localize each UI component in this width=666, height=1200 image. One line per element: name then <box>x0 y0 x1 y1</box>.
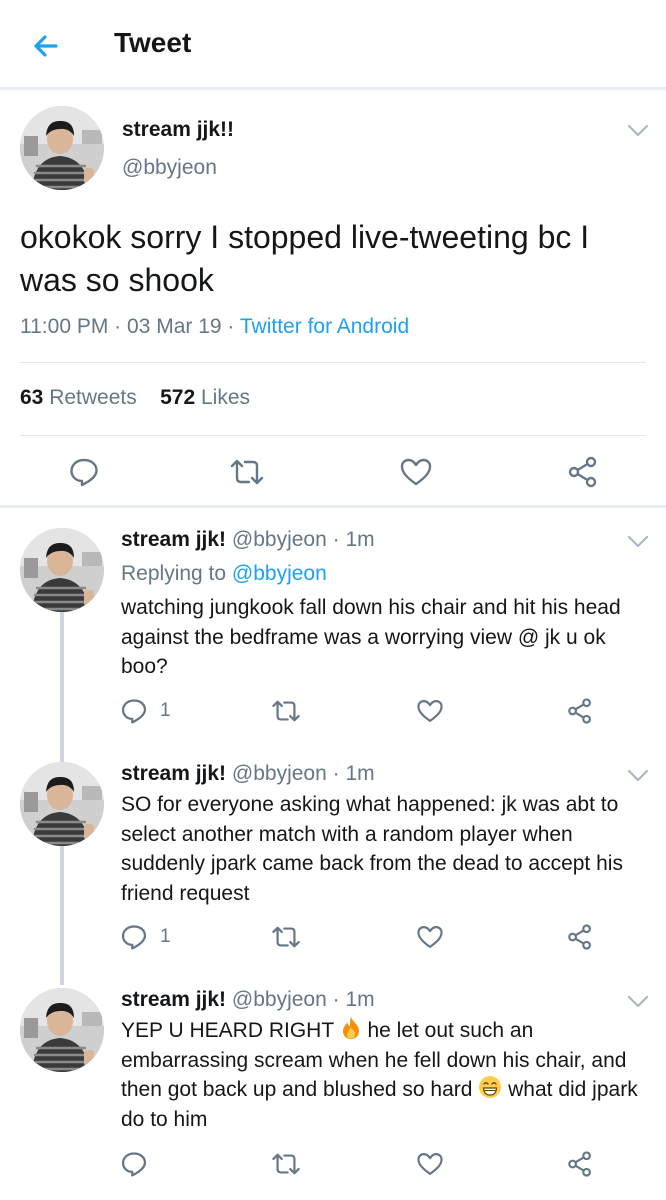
reply-header: stream jjk! @bbyjeon · 1m <box>121 528 375 552</box>
separator: · <box>332 528 340 551</box>
top-bar: Tweet <box>0 0 666 90</box>
like-button[interactable] <box>416 1150 444 1178</box>
separator: · <box>332 762 340 785</box>
reply-time: 1m <box>345 762 375 785</box>
reply-icon <box>70 458 98 487</box>
reply-header: stream jjk! @bbyjeon · 1m <box>121 762 375 786</box>
tweet-text: okokok sorry I stopped live-tweeting bc … <box>20 219 590 298</box>
reply-text-part: YEP U HEARD RIGHT <box>121 1019 334 1042</box>
reply-time: 1m <box>345 528 375 551</box>
like-button[interactable] <box>399 456 433 488</box>
retweet-icon <box>272 700 300 722</box>
tweet-source-link[interactable]: Twitter for Android <box>240 315 409 338</box>
author-handle[interactable]: @bbyjeon <box>232 762 327 785</box>
tweet-time: 11:00 PM <box>20 315 109 338</box>
retweet-button[interactable] <box>228 456 266 488</box>
likes-label: Likes <box>200 386 251 409</box>
avatar[interactable] <box>20 528 104 612</box>
arrow-left-icon[interactable] <box>26 26 66 66</box>
reply-count: 1 <box>160 926 171 947</box>
like-button[interactable] <box>416 923 444 951</box>
replying-to: Replying to @bbyjeon <box>121 562 327 586</box>
retweet-button[interactable] <box>270 1150 302 1178</box>
share-icon <box>568 456 597 488</box>
heart-icon <box>417 700 443 722</box>
avatar[interactable] <box>20 988 104 1072</box>
thread-line <box>60 845 64 985</box>
tweet-meta: 11:00 PM · 03 Mar 19 · Twitter for Andro… <box>20 315 409 339</box>
retweet-icon <box>272 1153 300 1175</box>
section-divider <box>0 505 666 508</box>
reply-text: YEP U HEARD RIGHT he let out such an emb… <box>121 1016 656 1134</box>
reply-time: 1m <box>345 988 375 1011</box>
chevron-down-icon[interactable] <box>627 124 649 138</box>
retweet-icon <box>230 459 264 485</box>
reply-button[interactable] <box>68 456 100 488</box>
divider <box>20 435 646 436</box>
reply-button[interactable]: 1 <box>120 923 171 951</box>
heart-icon <box>417 926 443 948</box>
separator: · <box>332 988 340 1011</box>
retweets-count: 63 <box>20 386 44 409</box>
thread-line <box>60 610 64 762</box>
grinning-face-emoji-icon <box>479 1076 502 1098</box>
retweet-button[interactable] <box>270 697 302 725</box>
share-button[interactable] <box>566 456 600 488</box>
chevron-down-icon[interactable] <box>627 995 649 1009</box>
fire-emoji-icon <box>342 1017 359 1039</box>
share-button[interactable] <box>566 1150 594 1178</box>
retweet-icon <box>272 926 300 948</box>
reply-icon <box>121 1152 147 1177</box>
author-handle[interactable]: @bbyjeon <box>232 528 327 551</box>
chevron-down-icon[interactable] <box>627 769 649 783</box>
share-icon <box>568 1151 591 1177</box>
page-title: Tweet <box>114 27 192 58</box>
author-name[interactable]: stream jjk!! <box>122 118 234 142</box>
share-icon <box>568 698 591 724</box>
reply-count: 1 <box>160 700 171 721</box>
tweet-actions <box>0 448 666 496</box>
reply-icon <box>121 699 147 724</box>
author-name[interactable]: stream jjk! <box>121 528 226 551</box>
author-name[interactable]: stream jjk! <box>121 762 226 785</box>
retweets-stat[interactable]: 63 Retweets <box>20 386 137 409</box>
author-name[interactable]: stream jjk! <box>121 988 226 1011</box>
like-button[interactable] <box>416 697 444 725</box>
separator: · <box>227 315 235 338</box>
likes-stat[interactable]: 572 Likes <box>160 386 250 409</box>
replying-to-link[interactable]: @bbyjeon <box>232 562 327 585</box>
reply-button[interactable] <box>120 1150 148 1178</box>
divider <box>20 362 646 363</box>
avatar[interactable] <box>20 106 104 190</box>
reply-text: SO for everyone asking what happened: jk… <box>121 793 623 905</box>
reply-button[interactable]: 1 <box>120 697 171 725</box>
tweet-date: 03 Mar 19 <box>127 315 222 338</box>
chevron-down-icon[interactable] <box>627 535 649 549</box>
share-icon <box>568 924 591 950</box>
reply-text: watching jungkook fall down his chair an… <box>121 596 621 678</box>
author-handle[interactable]: @bbyjeon <box>122 156 217 180</box>
heart-icon <box>417 1153 443 1175</box>
separator: · <box>114 315 122 338</box>
likes-count: 572 <box>160 386 196 409</box>
share-button[interactable] <box>566 923 594 951</box>
replying-to-label: Replying to <box>121 562 227 585</box>
reply-icon <box>121 925 147 950</box>
heart-icon <box>400 458 432 486</box>
share-button[interactable] <box>566 697 594 725</box>
author-handle[interactable]: @bbyjeon <box>232 988 327 1011</box>
retweet-button[interactable] <box>270 923 302 951</box>
reply-header: stream jjk! @bbyjeon · 1m <box>121 988 375 1012</box>
retweets-label: Retweets <box>49 386 137 409</box>
tweet-stats: 63 Retweets 572 Likes <box>20 386 250 410</box>
avatar[interactable] <box>20 762 104 846</box>
